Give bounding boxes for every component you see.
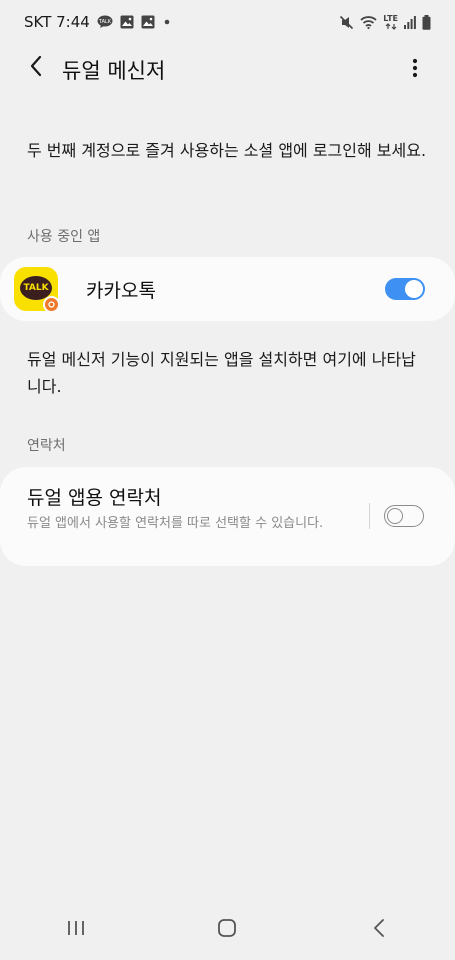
mute-icon <box>339 15 354 30</box>
back-nav-button[interactable] <box>349 900 409 960</box>
app-name-kakaotalk: 카카오톡 <box>86 280 156 302</box>
supported-apps-info: 듀얼 메신저 기능이 지원되는 앱을 설치하면 여기에 나타납니다. <box>27 350 416 396</box>
app-row-kakaotalk[interactable]: TALK 카카오톡 <box>0 257 455 321</box>
kakaotalk-dual-toggle[interactable] <box>385 278 425 300</box>
kakaotalk-icon: TALK <box>14 267 60 313</box>
wifi-icon <box>360 15 377 29</box>
dual-app-contacts-row[interactable]: 듀얼 앱용 연락처 듀얼 앱에서 사용할 연락처를 따로 선택할 수 있습니다. <box>0 467 369 566</box>
dual-app-contacts-toggle[interactable] <box>384 505 424 527</box>
signal-icon <box>404 15 416 29</box>
toggle-knob <box>405 280 423 298</box>
vertical-divider <box>369 503 370 529</box>
more-vertical-icon <box>412 58 418 82</box>
talk-notification-icon: TALK <box>97 15 113 29</box>
status-left: SKT 7:44 TALK <box>24 13 172 31</box>
home-icon <box>218 919 237 941</box>
status-right: LTE <box>339 13 431 30</box>
image-notification-icon <box>141 15 155 29</box>
navigation-bar <box>0 900 455 960</box>
back-button[interactable] <box>18 50 54 86</box>
app-bar: 듀얼 메신저 <box>0 44 455 96</box>
chevron-left-icon <box>29 55 43 81</box>
dual-app-contacts-title: 듀얼 앱용 연락처 <box>27 487 162 509</box>
svg-text:TALK: TALK <box>98 19 112 25</box>
image-notification-icon <box>120 15 134 29</box>
kakaotalk-icon-text: TALK <box>23 283 49 293</box>
lte-label: LTE <box>383 13 398 23</box>
home-button[interactable] <box>197 900 257 960</box>
toggle-knob <box>386 507 403 524</box>
more-options-button[interactable] <box>397 52 433 88</box>
back-nav-icon <box>373 919 385 941</box>
lte-signal-icon: LTE <box>383 13 398 30</box>
battery-icon <box>422 14 431 30</box>
dual-app-contacts-subtitle: 듀얼 앱에서 사용할 연락처를 따로 선택할 수 있습니다. <box>27 516 324 531</box>
section-label-contacts: 연락처 <box>27 438 66 454</box>
recents-icon <box>67 920 85 940</box>
page-title: 듀얼 메신저 <box>62 59 166 83</box>
status-bar: SKT 7:44 TALK LTE <box>0 0 455 44</box>
contacts-card: 듀얼 앱용 연락처 듀얼 앱에서 사용할 연락처를 따로 선택할 수 있습니다. <box>0 467 455 566</box>
in-use-apps-card: TALK 카카오톡 <box>0 257 455 321</box>
carrier-time: SKT 7:44 <box>24 13 90 31</box>
recents-button[interactable] <box>46 900 106 960</box>
section-label-in-use: 사용 중인 앱 <box>27 229 101 245</box>
dual-app-badge-icon <box>43 296 60 313</box>
dot-icon <box>162 17 172 27</box>
page-description: 두 번째 계정으로 즐겨 사용하는 소셜 앱에 로그인해 보세요. <box>27 141 427 160</box>
